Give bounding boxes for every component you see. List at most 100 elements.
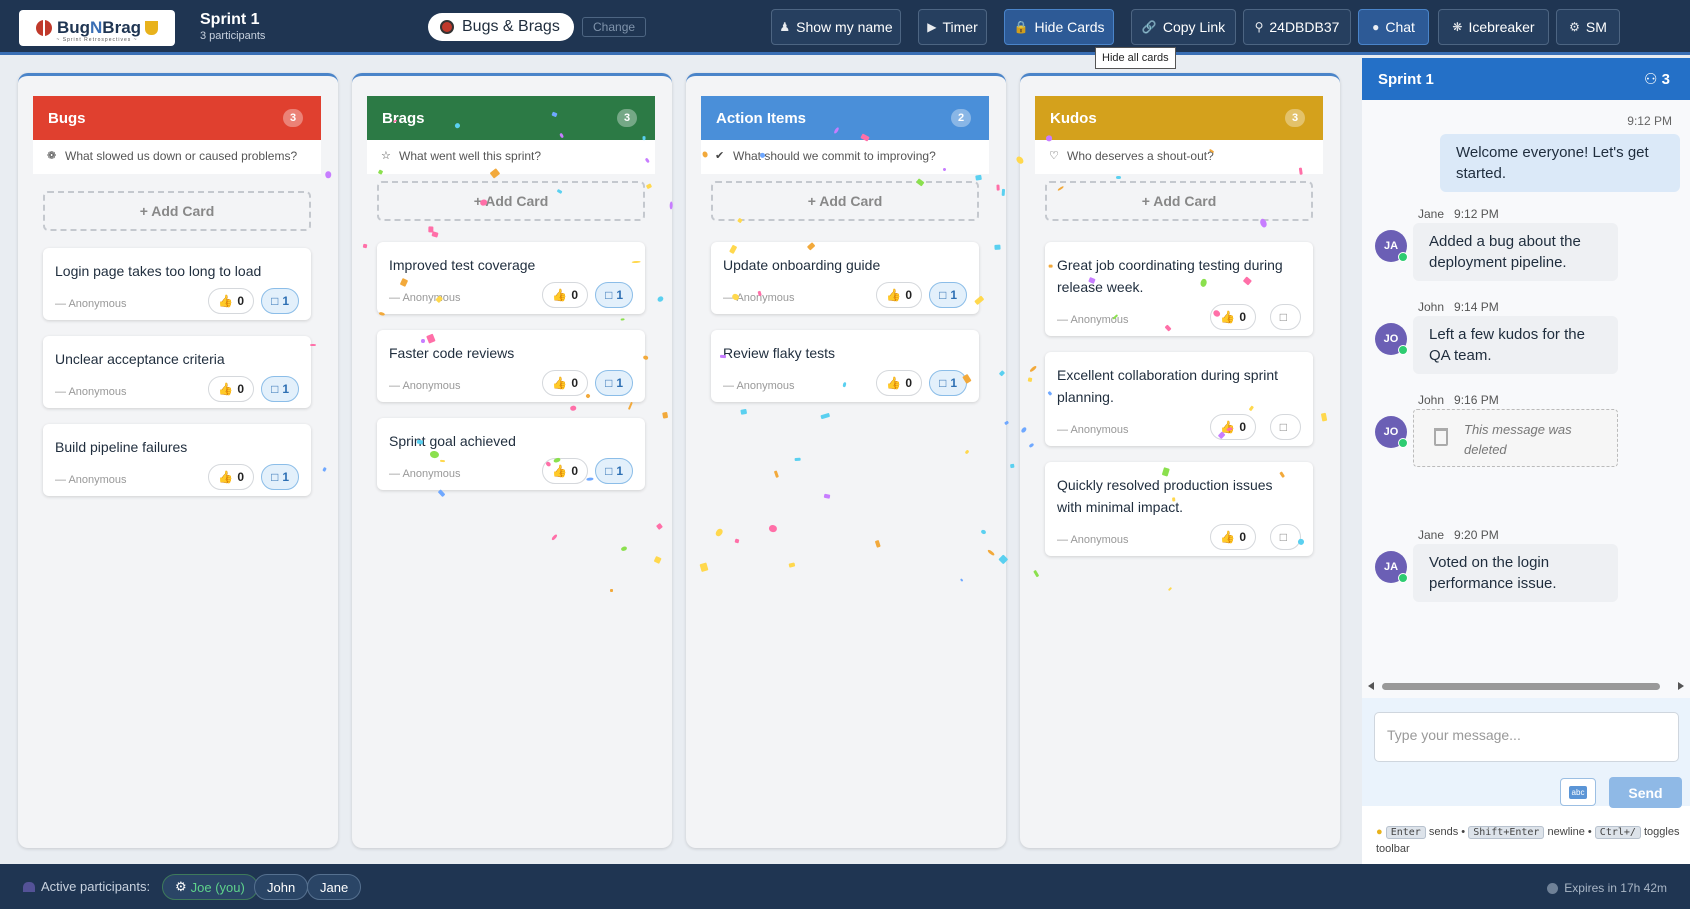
retro-card[interactable]: Review flaky tests — Anonymous 👍 0 □ 1	[711, 330, 979, 402]
column-action-items: Action Items 2 ✔ What should we commit t…	[686, 73, 1006, 848]
vote-button[interactable]: 👍 0	[208, 376, 254, 402]
scrum-master-button[interactable]: ⚙ SM	[1556, 9, 1620, 45]
retro-card[interactable]: Login page takes too long to load — Anon…	[43, 248, 311, 320]
chat-bubble-icon: ●	[1372, 20, 1380, 34]
retro-card[interactable]: Improved test coverage — Anonymous 👍 0 □ 1	[377, 242, 645, 314]
hide-cards-tooltip: Hide all cards	[1095, 47, 1176, 69]
comments-button[interactable]: □ 1	[929, 370, 967, 396]
retro-card[interactable]: Faster code reviews — Anonymous 👍 0 □ 1	[377, 330, 645, 402]
comment-icon: □	[605, 288, 613, 302]
trophy-icon	[145, 21, 159, 35]
retro-card[interactable]: Quickly resolved production issues with …	[1045, 462, 1313, 556]
chat-message-input[interactable]: Type your message...	[1374, 712, 1679, 762]
vote-button[interactable]: 👍 0	[208, 464, 254, 490]
retro-card[interactable]: Great job coordinating testing during re…	[1045, 242, 1313, 336]
check-circle-icon: ✔	[715, 150, 725, 162]
vote-button[interactable]: 👍 0	[876, 282, 922, 308]
scroll-right-arrow-icon[interactable]	[1678, 682, 1684, 690]
gear-icon: ⚙	[1569, 20, 1580, 34]
show-my-name-button[interactable]: ♟ Show my name	[771, 9, 901, 45]
ladybug-icon	[35, 20, 52, 36]
comments-button[interactable]: □ 1	[261, 288, 299, 314]
vote-button[interactable]: 👍 0	[1210, 524, 1256, 550]
retro-card[interactable]: Build pipeline failures — Anonymous 👍 0 □…	[43, 424, 311, 496]
comment-icon: □	[939, 288, 947, 302]
participant-chip[interactable]: John	[254, 874, 309, 900]
chat-panel: Sprint 1 ⚇ 3 9:12 PM Welcome everyone! L…	[1362, 58, 1690, 864]
send-button[interactable]: Send	[1609, 777, 1682, 808]
column-bugs: Bugs 3 ❁ What slowed us down or caused p…	[18, 73, 338, 848]
vote-button[interactable]: 👍 0	[208, 288, 254, 314]
participant-chip-self[interactable]: ⚙ Joe (you)	[162, 874, 258, 900]
retro-card[interactable]: Unclear acceptance criteria — Anonymous …	[43, 336, 311, 408]
column-header: Brags 3	[367, 96, 655, 140]
column-description: ♡ Who deserves a shout-out?	[1035, 140, 1323, 174]
comment-icon: □	[271, 294, 279, 308]
comments-button[interactable]: □ 1	[595, 370, 633, 396]
chat-participants[interactable]: ⚇ 3	[1644, 70, 1670, 88]
scroll-left-arrow-icon[interactable]	[1368, 682, 1374, 690]
spellcheck-button[interactable]: abc	[1560, 778, 1596, 806]
retro-card[interactable]: Sprint goal achieved — Anonymous 👍 0 □ 1	[377, 418, 645, 490]
column-description: ☆ What went well this sprint?	[367, 140, 655, 174]
comments-button[interactable]: □	[1269, 524, 1301, 550]
chat-button[interactable]: ● Chat	[1358, 9, 1429, 45]
comment-icon: □	[605, 376, 613, 390]
vote-button[interactable]: 👍 0	[1210, 414, 1256, 440]
comments-button[interactable]: □ 1	[261, 464, 299, 490]
participant-chip[interactable]: Jane	[307, 874, 362, 900]
avatar: JO	[1375, 323, 1408, 355]
person-icon: ♟	[779, 20, 791, 34]
hide-cards-button[interactable]: 🔒 Hide Cards	[1004, 9, 1114, 45]
vote-button[interactable]: 👍 0	[542, 282, 588, 308]
keyboard-hint: ● Enter sends • Shift+Enter newline • Ct…	[1376, 826, 1680, 855]
vote-button[interactable]: 👍 0	[542, 370, 588, 396]
timer-button[interactable]: ▶ Timer	[918, 9, 987, 45]
chat-horizontal-scrollbar[interactable]	[1366, 682, 1686, 690]
avatar: JA	[1375, 230, 1408, 262]
change-template-button[interactable]: Change	[582, 17, 647, 37]
gear-icon: ⚙	[175, 879, 187, 894]
copy-link-button[interactable]: 🔗 Copy Link	[1131, 9, 1236, 45]
vote-button[interactable]: 👍 0	[876, 370, 922, 396]
card-count-badge: 3	[283, 109, 303, 127]
comments-button[interactable]: □ 1	[929, 282, 967, 308]
chat-composer: Type your message... abc Send ● Enter se…	[1362, 698, 1690, 855]
comments-button[interactable]: □	[1269, 304, 1301, 330]
chat-message: Added a bug about the deployment pipelin…	[1413, 223, 1618, 281]
column-description: ❁ What slowed us down or caused problems…	[33, 140, 321, 174]
sprint-title: Sprint 1	[200, 11, 260, 28]
key-icon: ⚲	[1254, 20, 1264, 34]
icebreaker-button[interactable]: ❋ Icebreaker	[1438, 9, 1549, 45]
column-description: ✔ What should we commit to improving?	[701, 140, 989, 174]
retro-card[interactable]: Excellent collaboration during sprint pl…	[1045, 352, 1313, 446]
template-selector[interactable]: Bugs & Brags	[428, 13, 574, 41]
top-bar: Bug N Brag ~ Sprint Retrospectives ~ Sprin…	[0, 0, 1690, 55]
scrollbar-thumb[interactable]	[1382, 683, 1660, 690]
add-card-button[interactable]: + Add Card	[1045, 181, 1313, 221]
comments-button[interactable]: □ 1	[595, 458, 633, 484]
comments-button[interactable]: □ 1	[261, 376, 299, 402]
vote-button[interactable]: 👍 0	[1210, 304, 1256, 330]
star-icon: ☆	[381, 150, 391, 162]
chat-header: Sprint 1 ⚇ 3	[1362, 58, 1690, 100]
comments-button[interactable]: □	[1269, 414, 1301, 440]
retro-card[interactable]: Update onboarding guide — Anonymous 👍 0 □…	[711, 242, 979, 314]
comment-icon: □	[1279, 310, 1287, 324]
card-count-badge: 2	[951, 109, 971, 127]
room-code-button[interactable]: ⚲ 24DBDB37	[1243, 9, 1351, 45]
deleted-message: This message was deleted	[1413, 409, 1618, 467]
thumbs-up-icon: 👍	[552, 464, 568, 478]
chat-message: Voted on the login performance issue.	[1413, 544, 1618, 602]
active-participants-label: Active participants:	[23, 879, 150, 894]
add-card-button[interactable]: + Add Card	[711, 181, 979, 221]
chat-messages[interactable]: 9:12 PM Welcome everyone! Let's get star…	[1362, 100, 1690, 736]
heart-icon: ♡	[1049, 150, 1059, 162]
add-card-button[interactable]: + Add Card	[377, 181, 645, 221]
column-header: Kudos 3	[1035, 96, 1323, 140]
app-logo[interactable]: Bug N Brag ~ Sprint Retrospectives ~	[19, 10, 175, 46]
comments-button[interactable]: □ 1	[595, 282, 633, 308]
column-kudos: Kudos 3 ♡ Who deserves a shout-out? + Ad…	[1020, 73, 1340, 848]
vote-button[interactable]: 👍 0	[542, 458, 588, 484]
add-card-button[interactable]: + Add Card	[43, 191, 311, 231]
